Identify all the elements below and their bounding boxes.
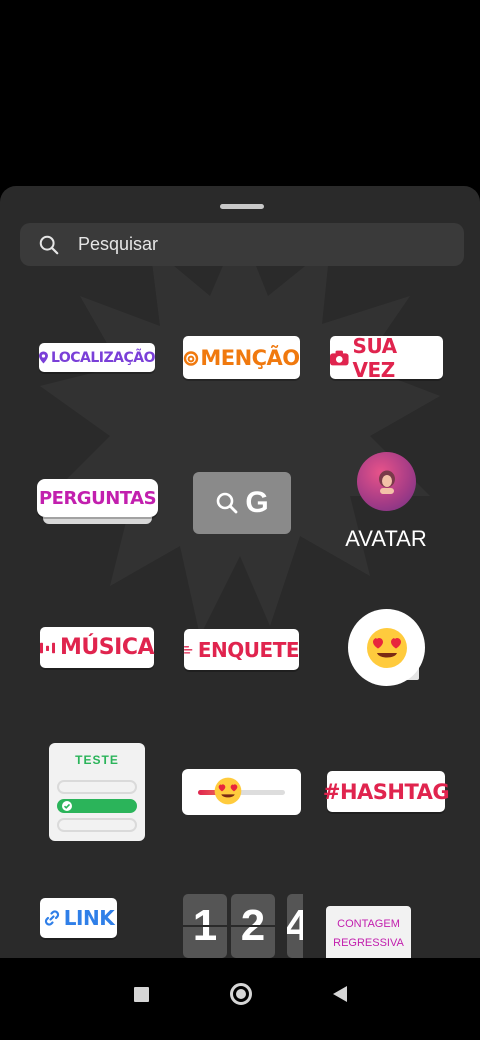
sticker-emoji-reaction[interactable]: [348, 609, 425, 686]
sticker-music[interactable]: MÚSICA: [40, 627, 154, 668]
sticker-link[interactable]: LINK: [40, 898, 117, 938]
sticker-mention-label: MENÇÃO: [200, 345, 300, 370]
sticker-location-label: LOCALIZAÇÃO: [50, 349, 156, 366]
threads-icon: [184, 350, 199, 366]
sticker-poll-label: ENQUETE: [197, 637, 300, 662]
sticker-location[interactable]: LOCALIZAÇÃO: [39, 343, 156, 372]
quiz-option: [57, 818, 137, 832]
check-icon: [62, 801, 72, 811]
sticker-questions-shadow: [43, 517, 152, 524]
sticker-mention[interactable]: MENÇÃO: [183, 336, 300, 379]
sticker-gif-search[interactable]: G: [193, 472, 291, 534]
sticker-countdown-digits[interactable]: 1 2 4: [183, 894, 303, 958]
sticker-emoji-slider[interactable]: [182, 769, 301, 815]
system-navigation-bar: [0, 958, 480, 1040]
sticker-quiz[interactable]: TESTE: [49, 743, 145, 841]
sticker-tray: Pesquisar LOCALIZAÇÃO MENÇÃO SUA VEZ PER…: [0, 186, 480, 958]
sticker-countdown-line1: CONTAGEM: [337, 918, 400, 930]
sticker-quiz-label: TESTE: [75, 753, 119, 767]
sticker-avatar[interactable]: [357, 452, 416, 511]
search-placeholder: Pesquisar: [78, 234, 159, 254]
link-icon: [44, 910, 59, 926]
recents-square-icon[interactable]: [134, 987, 149, 1002]
location-pin-icon: [39, 351, 48, 364]
camera-icon: [330, 350, 349, 365]
sticker-your-turn[interactable]: SUA VEZ: [330, 333, 443, 382]
sticker-your-turn-label: SUA VEZ: [352, 333, 398, 382]
search-icon: [39, 235, 59, 254]
poll-lines-icon: [184, 645, 193, 654]
sticker-questions-label: PERGUNTAS: [38, 487, 157, 509]
sticker-countdown-line2: REGRESSIVA: [333, 937, 404, 949]
drag-handle[interactable]: [220, 204, 264, 209]
sticker-music-label: MÚSICA: [60, 635, 154, 660]
countdown-digit: 1: [183, 894, 227, 958]
gif-search-icon: [217, 492, 238, 514]
sticker-hashtag[interactable]: #HASHTAG: [323, 771, 450, 812]
home-circle-icon[interactable]: [230, 983, 252, 1005]
sticker-hashtag-label: #HASHTAG: [322, 779, 450, 804]
search-bar[interactable]: Pesquisar: [20, 223, 464, 266]
music-bars-icon: [40, 642, 56, 653]
sticker-gif-letter: G: [245, 486, 269, 519]
sticker-link-label: LINK: [63, 906, 115, 930]
heart-eyes-emoji-icon: [366, 627, 407, 668]
sticker-countdown[interactable]: CONTAGEM REGRESSIVA: [326, 906, 411, 958]
camera-preview-area: [0, 0, 480, 186]
countdown-digit-partial: 4: [287, 894, 303, 958]
back-triangle-icon[interactable]: [333, 986, 347, 1002]
heart-eyes-emoji-icon: [215, 777, 242, 805]
sticker-avatar-label: AVATAR: [345, 526, 427, 551]
quiz-option: [57, 780, 137, 794]
starburst-background: [40, 226, 440, 636]
quiz-option-correct: [57, 799, 137, 813]
avatar-face-icon: [378, 470, 395, 494]
countdown-digit: 2: [231, 894, 275, 958]
sticker-poll[interactable]: ENQUETE: [184, 629, 300, 670]
sticker-questions[interactable]: PERGUNTAS: [37, 479, 158, 517]
